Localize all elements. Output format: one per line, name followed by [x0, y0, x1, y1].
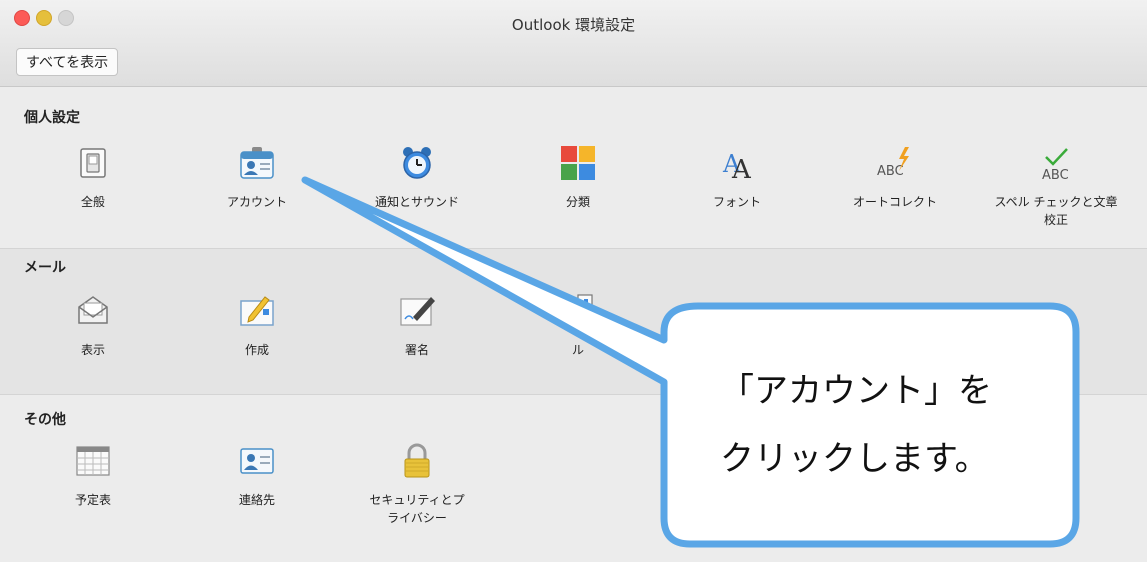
pane-label-spellcheck: スペル チェックと文章校正	[994, 195, 1118, 227]
pane-label-calendar: 予定表	[74, 493, 111, 507]
pane-fonts[interactable]: A A フォント	[662, 143, 812, 211]
pane-notifications[interactable]: 通知とサウンド	[342, 143, 492, 211]
callout-line-1: 「アカウント」を	[720, 371, 992, 411]
pane-security-privacy[interactable]: セキュリティとプライバシー	[342, 441, 492, 527]
pane-label-reading: 表示	[80, 343, 105, 357]
padlock-icon	[397, 441, 437, 481]
pane-label-contacts: 連絡先	[238, 493, 275, 507]
calendar-grid-icon	[73, 441, 113, 481]
pane-signatures[interactable]: 署名	[342, 291, 492, 359]
pane-label-security-privacy: セキュリティとプライバシー	[369, 493, 465, 525]
pane-label-categories: 分類	[565, 195, 590, 209]
envelope-icon	[73, 291, 113, 331]
pane-composing[interactable]: 作成	[182, 291, 332, 359]
pane-categories[interactable]: 分類	[503, 143, 653, 211]
signature-pen-icon	[397, 291, 437, 331]
show-all-button[interactable]: すべてを表示	[16, 48, 119, 76]
section-title-mail: メール	[24, 260, 66, 276]
spell-check-icon: ABC	[1036, 143, 1076, 183]
pane-label-rules: ル	[571, 343, 584, 357]
pane-spellcheck[interactable]: ABC スペル チェックと文章校正	[981, 143, 1131, 229]
account-card-icon	[237, 143, 277, 183]
category-squares-icon	[558, 143, 598, 183]
svg-text:A: A	[731, 155, 752, 183]
title-bar: Outlook 環境設定 すべてを表示	[0, 0, 1147, 87]
pane-rules[interactable]: ル	[503, 291, 653, 359]
section-title-personal: 個人設定	[24, 110, 80, 126]
rules-icon	[558, 291, 598, 331]
section-personal: 個人設定 全般 アカウント 通知とサウンド 分類 A A フォント ABC オー…	[0, 87, 1147, 249]
font-icon: A A	[717, 143, 757, 183]
pane-label-autocorrect: オートコレクト	[852, 195, 937, 209]
pane-reading[interactable]: 表示	[18, 291, 168, 359]
pane-label-general: 全般	[80, 195, 105, 209]
pane-general[interactable]: 全般	[18, 143, 168, 211]
window-title: Outlook 環境設定	[511, 16, 636, 34]
pane-label-fonts: フォント	[712, 195, 761, 209]
alarm-clock-icon	[397, 143, 437, 183]
pane-autocorrect[interactable]: ABC オートコレクト	[820, 143, 970, 211]
pane-account[interactable]: アカウント	[182, 143, 332, 211]
svg-text:ABC: ABC	[877, 164, 904, 179]
compose-icon	[237, 291, 277, 331]
pane-label-account: アカウント	[226, 195, 287, 209]
pane-label-composing: 作成	[244, 343, 269, 357]
pane-label-notifications: 通知とサウンド	[374, 195, 459, 209]
section-title-other: その他	[24, 412, 66, 428]
preferences-window: Outlook 環境設定 すべてを表示 個人設定 全般 アカウント 通知とサウン…	[0, 0, 1147, 562]
svg-text:ABC: ABC	[1042, 168, 1069, 183]
switch-icon	[73, 143, 113, 183]
pane-label-signatures: 署名	[404, 343, 429, 357]
pane-contacts[interactable]: 連絡先	[182, 441, 332, 509]
callout-text: 「アカウント」を クリックします。	[664, 306, 1076, 544]
autocorrect-icon: ABC	[875, 143, 915, 183]
callout-line-2: クリックします。	[720, 439, 989, 479]
pane-calendar[interactable]: 予定表	[18, 441, 168, 509]
contact-card-icon	[237, 441, 277, 481]
